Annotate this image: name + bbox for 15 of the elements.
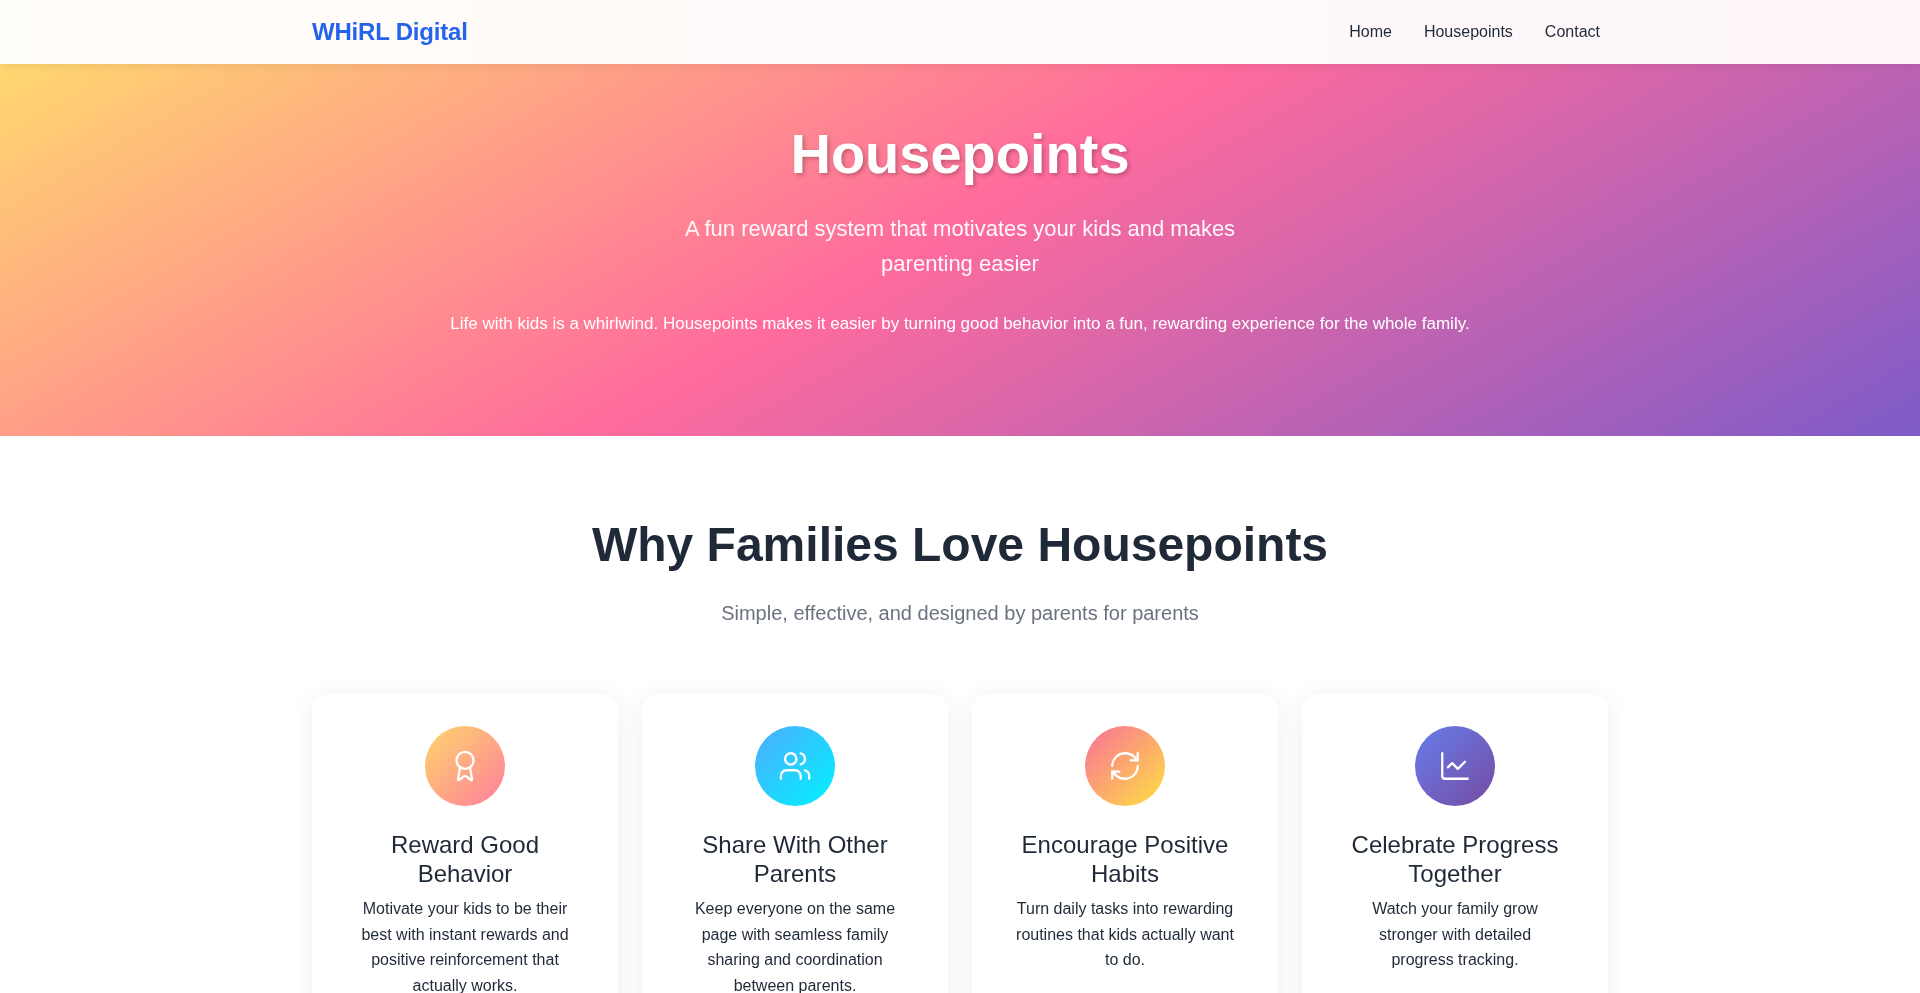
- card-title: Encourage Positive Habits: [1020, 830, 1230, 888]
- nav-link[interactable]: Housepoints: [1423, 20, 1513, 44]
- site-logo[interactable]: WHiRL Digital: [312, 14, 468, 50]
- hero-title: Housepoints: [790, 121, 1130, 187]
- section-subtitle: Simple, effective, and designed by parents for parents: [721, 601, 1199, 626]
- nav-link[interactable]: Contact: [1544, 20, 1600, 44]
- card-description: Watch your family grow stronger with detailed progress tracking.: [1371, 899, 1539, 971]
- card-title: Celebrate Progress Together: [1350, 830, 1560, 888]
- hero-subtitle: A fun reward system that motivates your kids and makes parenting easier: [683, 215, 1237, 279]
- card-description: Turn daily tasks into rewarding routines that kids actually want to do.: [1015, 899, 1235, 971]
- hero-description: Life with kids is a whirlwind. Housepoints makes it easier by turning good behavior into a fun, rewarding experience for the whole family.: [450, 313, 1470, 336]
- section-title: Why Families Love Housepoints: [591, 517, 1329, 573]
- card-title: Reward Good Behavior: [389, 830, 541, 888]
- card-title: Share With Other Parents: [701, 830, 889, 888]
- nav-link[interactable]: Home: [1349, 20, 1392, 44]
